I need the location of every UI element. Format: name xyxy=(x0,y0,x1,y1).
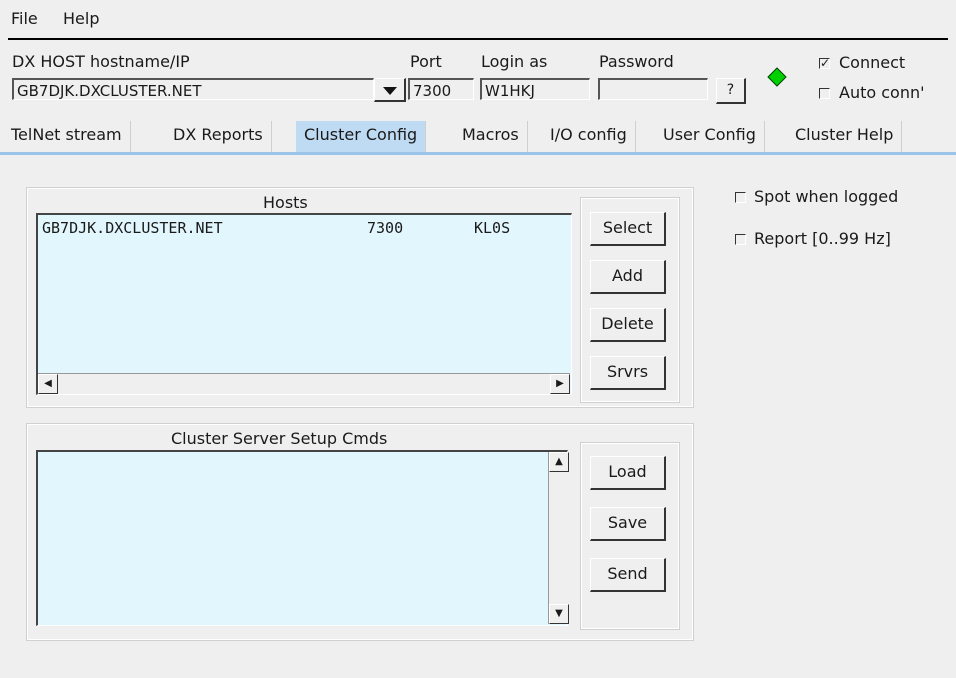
menu-separator xyxy=(8,38,948,40)
table-row[interactable]: GB7DJK.DXCLUSTER.NET 7300 KL0S xyxy=(42,219,562,237)
menu-file[interactable]: File xyxy=(11,9,38,28)
load-button[interactable]: Load xyxy=(590,456,666,490)
tab-underline xyxy=(0,152,956,155)
scroll-left-icon[interactable]: ◀ xyxy=(38,374,58,394)
login-label: Login as xyxy=(481,52,548,71)
connect-checkbox[interactable]: ✓ xyxy=(819,57,830,69)
port-input[interactable]: 7300 xyxy=(408,78,474,100)
tab-io-config[interactable]: I/O config xyxy=(542,121,636,153)
report-label: Report [0..99 Hz] xyxy=(754,229,891,248)
select-button[interactable]: Select xyxy=(590,212,666,246)
host-label: DX HOST hostname/IP xyxy=(12,52,190,71)
chevron-down-icon xyxy=(382,87,397,95)
setup-vscrollbar[interactable]: ▲ ▼ xyxy=(548,452,569,624)
tab-cluster-help[interactable]: Cluster Help xyxy=(787,121,903,153)
tab-macros[interactable]: Macros xyxy=(454,121,528,153)
help-button[interactable]: ? xyxy=(716,78,746,104)
scroll-up-icon[interactable]: ▲ xyxy=(549,452,569,472)
connect-label: Connect xyxy=(839,53,906,72)
hosts-hscrollbar[interactable]: ◀ ▶ xyxy=(38,373,570,394)
tab-telnet-stream[interactable]: TelNet stream xyxy=(3,121,131,153)
port-label: Port xyxy=(410,52,442,71)
password-input[interactable] xyxy=(598,78,708,100)
add-button[interactable]: Add xyxy=(590,260,666,294)
auto-connect-checkbox[interactable] xyxy=(819,88,830,99)
menu-help[interactable]: Help xyxy=(63,9,99,28)
save-button[interactable]: Save xyxy=(590,507,666,541)
login-input[interactable]: W1HKJ xyxy=(480,78,590,100)
tab-cluster-config[interactable]: Cluster Config xyxy=(296,121,427,153)
spot-when-logged-label: Spot when logged xyxy=(754,187,899,206)
setup-commands-textarea[interactable]: ▲ ▼ xyxy=(36,450,569,626)
tab-dx-reports[interactable]: DX Reports xyxy=(165,121,272,153)
tab-user-config[interactable]: User Config xyxy=(655,121,765,153)
delete-button[interactable]: Delete xyxy=(590,308,666,342)
menu-bar: File Help xyxy=(0,0,956,36)
scroll-down-icon[interactable]: ▼ xyxy=(549,604,569,624)
send-button[interactable]: Send xyxy=(590,558,666,592)
report-checkbox[interactable] xyxy=(735,234,746,245)
connection-status-icon xyxy=(767,67,787,87)
hosts-title: Hosts xyxy=(263,193,308,212)
host-input[interactable]: GB7DJK.DXCLUSTER.NET xyxy=(12,78,374,100)
setup-title: Cluster Server Setup Cmds xyxy=(171,429,388,448)
port-cell: 7300 xyxy=(367,219,404,237)
login-cell: KL0S xyxy=(474,219,511,237)
password-label: Password xyxy=(599,52,674,71)
auto-connect-label: Auto conn' xyxy=(839,83,925,102)
scroll-right-icon[interactable]: ▶ xyxy=(550,374,570,394)
spot-when-logged-checkbox[interactable] xyxy=(735,192,746,203)
host-dropdown-button[interactable] xyxy=(374,78,406,102)
host-cell: GB7DJK.DXCLUSTER.NET xyxy=(42,219,223,237)
hosts-list[interactable]: GB7DJK.DXCLUSTER.NET 7300 KL0S ◀ ▶ xyxy=(36,213,572,395)
servers-button[interactable]: Srvrs xyxy=(590,356,666,390)
